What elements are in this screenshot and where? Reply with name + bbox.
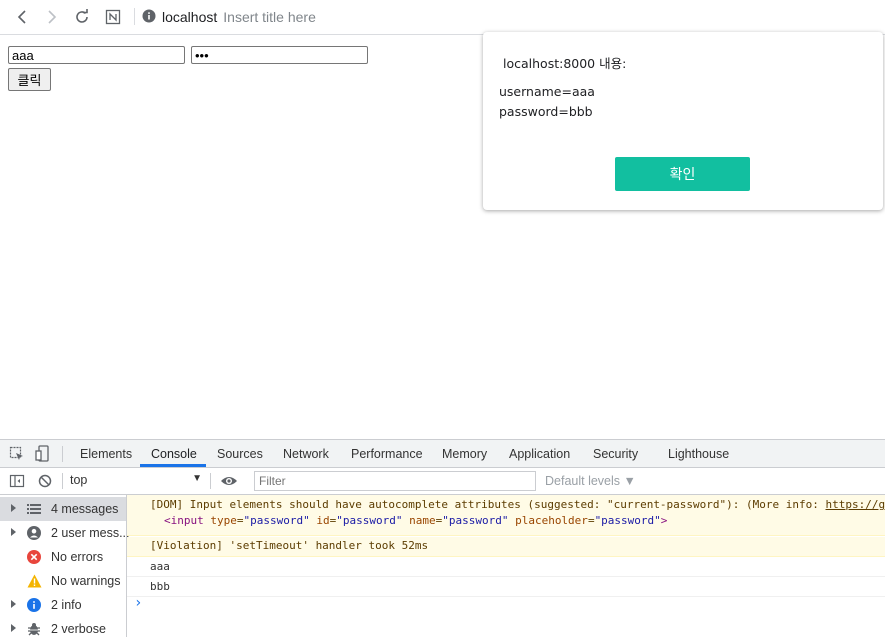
sidebar-item-info[interactable]: 2 info xyxy=(0,593,126,617)
log-message: bbb xyxy=(150,580,170,593)
snippet-tag-close: > xyxy=(660,514,668,527)
tab-lighthouse[interactable]: Lighthouse xyxy=(668,447,729,461)
tab-security[interactable]: Security xyxy=(593,447,638,461)
error-icon xyxy=(27,550,41,564)
sidebar-item-label: No errors xyxy=(51,550,104,564)
element-snippet[interactable]: <input type="password" id="password" nam… xyxy=(164,514,667,527)
snippet-tag: <input xyxy=(164,514,204,527)
inspect-element-icon[interactable] xyxy=(9,446,25,465)
info-icon[interactable] xyxy=(142,9,156,26)
console-log-row: bbb xyxy=(127,577,885,597)
browser-toolbar: localhost Insert title here xyxy=(0,0,885,35)
more-info-link[interactable]: https://goo xyxy=(826,498,885,511)
expand-arrow-icon[interactable] xyxy=(11,528,16,536)
username-input[interactable] xyxy=(8,46,185,64)
eye-icon[interactable] xyxy=(220,474,238,491)
toolbar-separator xyxy=(134,8,135,25)
sidebar-item-warnings[interactable]: No warnings xyxy=(0,569,126,593)
click-button[interactable]: 클릭 xyxy=(8,68,51,91)
password-input[interactable] xyxy=(191,46,368,64)
snippet-val: "password" xyxy=(243,514,310,527)
tab-memory[interactable]: Memory xyxy=(442,447,487,461)
dialog-line-username: username=aaa xyxy=(499,84,595,99)
tab-application[interactable]: Application xyxy=(509,447,570,461)
devtools-panel: Elements Console Sources Network Perform… xyxy=(0,439,885,637)
snippet-val: "password" xyxy=(594,514,661,527)
snippet-attr: id xyxy=(316,514,330,527)
snippet-attr: name xyxy=(409,514,436,527)
console-messages: [DOM] Input elements should have autocom… xyxy=(127,495,885,637)
tab-sources[interactable]: Sources xyxy=(217,447,263,461)
page-title-text: Insert title here xyxy=(223,9,316,25)
sidebar-item-label: 2 info xyxy=(51,598,82,612)
sidebar-item-errors[interactable]: No errors xyxy=(0,545,126,569)
log-message: aaa xyxy=(150,560,170,573)
filterbar-divider-2 xyxy=(210,473,211,489)
warning-icon xyxy=(27,574,42,588)
reload-icon[interactable] xyxy=(70,5,94,29)
sidebar-item-label: No warnings xyxy=(51,574,121,588)
console-sidebar: 4 messages 2 user mess... No errors No w… xyxy=(0,495,130,637)
tab-console[interactable]: Console xyxy=(151,447,197,461)
alert-dialog: localhost:8000 내용: username=aaa password… xyxy=(483,32,883,210)
console-warning-violation: [Violation] 'setTimeout' handler took 52… xyxy=(127,537,885,557)
console-log-row: aaa xyxy=(127,557,885,577)
url-host: localhost xyxy=(162,9,218,25)
list-icon xyxy=(27,502,41,516)
tab-performance[interactable]: Performance xyxy=(351,447,423,461)
snippet-attr: type xyxy=(210,514,237,527)
dropdown-arrow-icon: ▼ xyxy=(192,473,202,484)
dialog-line-password: password=bbb xyxy=(499,104,593,119)
sidebar-item-label: 2 verbose xyxy=(51,622,106,636)
info-icon xyxy=(27,598,41,612)
expand-arrow-icon[interactable] xyxy=(11,600,16,608)
snippet-val: "password" xyxy=(442,514,509,527)
devtools-tabbar: Elements Console Sources Network Perform… xyxy=(0,440,885,468)
violation-message: [Violation] 'setTimeout' handler took 52… xyxy=(150,539,429,552)
tab-elements[interactable]: Elements xyxy=(80,447,132,461)
warning-text: [DOM] Input elements should have autocom… xyxy=(150,498,885,511)
context-value: top xyxy=(70,473,88,487)
dialog-message: username=aaa password=bbb xyxy=(499,82,595,122)
active-tab-indicator xyxy=(140,464,206,467)
console-filter-input[interactable] xyxy=(254,471,536,491)
device-toolbar-icon[interactable] xyxy=(35,445,51,465)
sidebar-item-label: 4 messages xyxy=(51,502,119,516)
console-filter-bar: top ▼ Default levels ▼ xyxy=(0,468,885,495)
sidebar-item-label: 2 user mess... xyxy=(51,526,130,540)
dialog-title: localhost:8000 내용: xyxy=(503,56,627,71)
console-warning-dom: [DOM] Input elements should have autocom… xyxy=(127,495,885,536)
snippet-val: "password" xyxy=(336,514,403,527)
address-bar[interactable]: localhost Insert title here xyxy=(142,6,316,28)
extension-n-icon[interactable] xyxy=(101,5,125,29)
dialog-ok-button[interactable]: 확인 xyxy=(615,157,750,191)
console-prompt-icon[interactable]: › xyxy=(134,595,142,611)
expand-arrow-icon[interactable] xyxy=(11,624,16,632)
sidebar-toggle-icon[interactable] xyxy=(9,473,25,492)
filterbar-divider xyxy=(62,473,63,489)
log-levels-select[interactable]: Default levels ▼ xyxy=(545,474,636,488)
forward-icon[interactable] xyxy=(40,5,64,29)
tabbar-divider xyxy=(62,446,63,462)
sidebar-item-verbose[interactable]: 2 verbose xyxy=(0,617,126,641)
back-icon[interactable] xyxy=(10,5,34,29)
warning-message: [DOM] Input elements should have autocom… xyxy=(150,498,826,511)
snippet-attr: placeholder xyxy=(515,514,588,527)
sidebar-item-messages[interactable]: 4 messages xyxy=(0,497,126,521)
bug-icon xyxy=(27,622,41,636)
context-select[interactable]: top ▼ xyxy=(70,473,202,489)
clear-console-icon[interactable] xyxy=(37,473,53,492)
tab-network[interactable]: Network xyxy=(283,447,329,461)
expand-arrow-icon[interactable] xyxy=(11,504,16,512)
user-icon xyxy=(27,526,41,540)
sidebar-item-user-messages[interactable]: 2 user mess... xyxy=(0,521,130,545)
